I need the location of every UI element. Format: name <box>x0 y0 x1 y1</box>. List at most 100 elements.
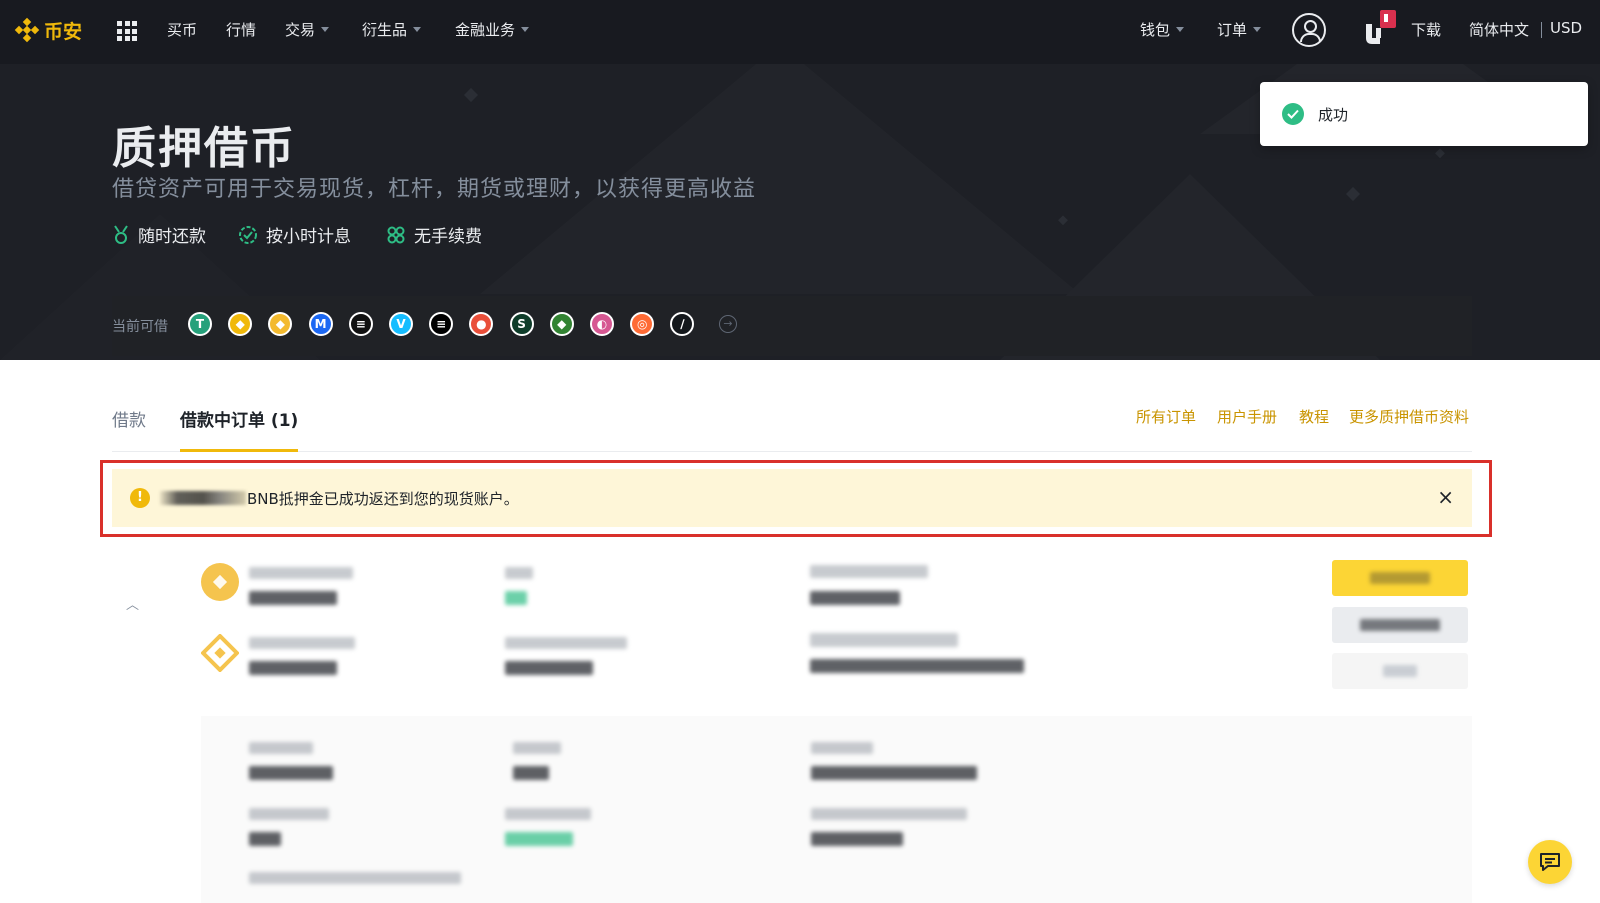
chevron-down-icon <box>521 27 530 32</box>
binance-logo[interactable]: 币安 <box>14 14 82 46</box>
arrow-right-icon[interactable]: → <box>719 315 737 333</box>
sushi-coin-icon[interactable]: ◐ <box>590 312 614 336</box>
redacted-value <box>811 832 903 846</box>
nav-item-label: 衍生品 <box>362 21 408 39</box>
success-check-icon <box>1282 103 1304 125</box>
medal-icon <box>114 224 128 244</box>
nav-trade[interactable]: 交易 <box>285 19 330 40</box>
chat-icon <box>1540 853 1560 871</box>
nav-wallet[interactable]: 钱包 <box>1140 19 1185 40</box>
redacted-value <box>505 661 593 675</box>
bnb-coin-icon <box>201 563 239 601</box>
top-navigation-bar: 币安 买币 行情 交易 衍生品 金融业务 钱包 订单 下载 简体中文 USD <box>0 0 1600 64</box>
chevron-down-icon <box>413 27 422 32</box>
feature-hourly-interest: 按小时计息 <box>238 222 351 247</box>
nav-markets[interactable]: 行情 <box>226 19 256 40</box>
redacted-value <box>505 832 573 846</box>
chevron-down-icon <box>321 27 330 32</box>
feature-label: 按小时计息 <box>266 227 351 247</box>
redacted-value <box>811 766 977 780</box>
borrowable-coins-strip: 当前可借 T ◆ ◆ M ≡ V ≡ ● S ◆ ◐ ◎ ∕ → <box>112 296 1472 356</box>
redacted-label <box>513 742 561 754</box>
redacted-label <box>505 637 627 649</box>
collapse-chevron-icon[interactable]: ︿ <box>126 594 139 613</box>
link-tutorial[interactable]: 教程 <box>1299 406 1329 427</box>
redacted-value <box>810 659 1024 673</box>
feature-label: 无手续费 <box>414 227 482 247</box>
notification-bell-icon[interactable] <box>1362 8 1396 48</box>
mask-coin-icon[interactable]: M <box>308 312 333 336</box>
redacted-label <box>505 808 591 820</box>
redacted-label <box>810 565 928 578</box>
nav-divider <box>1541 22 1542 38</box>
tab-borrow[interactable]: 借款 <box>112 406 146 431</box>
solana-coin-icon[interactable]: ≡ <box>348 312 373 336</box>
nav-buy-crypto[interactable]: 买币 <box>167 19 197 40</box>
redacted-value <box>249 661 337 675</box>
close-icon[interactable]: × <box>1437 485 1454 509</box>
nav-item-label: 钱包 <box>1140 21 1171 39</box>
nav-currency[interactable]: USD <box>1550 19 1582 37</box>
feature-repay-anytime: 随时还款 <box>112 222 206 247</box>
nav-item-label: USD <box>1550 19 1583 37</box>
nav-item-label: 交易 <box>285 21 316 39</box>
active-tab-indicator <box>180 449 298 452</box>
bnb-coin-icon[interactable]: ◆ <box>268 312 293 336</box>
order-details-panel <box>201 716 1472 903</box>
nav-orders[interactable]: 订单 <box>1217 19 1262 40</box>
repay-button[interactable] <box>1332 560 1468 596</box>
nav-item-label: 下载 <box>1411 21 1442 39</box>
nav-language[interactable]: 简体中文 <box>1469 19 1529 40</box>
nav-item-label: 买币 <box>167 21 198 39</box>
ethena-coin-icon[interactable]: ≡ <box>429 312 454 336</box>
redacted-label <box>810 633 958 647</box>
feature-label: 随时还款 <box>138 227 206 247</box>
success-toast: 成功 <box>1260 82 1588 146</box>
link-more-resources[interactable]: 更多质押借币资料 <box>1349 406 1469 427</box>
redacted-button-label <box>1360 619 1440 631</box>
link-all-orders[interactable]: 所有订单 <box>1136 406 1196 427</box>
busd-coin-icon[interactable]: ◆ <box>228 312 253 336</box>
feature-no-fees: 无手续费 <box>386 222 482 247</box>
redacted-label <box>249 872 461 884</box>
apps-grid-icon[interactable] <box>117 21 137 41</box>
collateral-returned-alert: ! BNB抵押金已成功返还到您的现货账户。 × <box>112 469 1472 527</box>
link-user-manual[interactable]: 用户手册 <box>1217 406 1277 427</box>
adjust-ltv-button[interactable] <box>1332 607 1468 643</box>
page-title: 质押借币 <box>112 123 296 174</box>
disabled-action-button[interactable] <box>1332 653 1468 689</box>
swell-coin-icon[interactable]: ◎ <box>630 312 655 336</box>
nav-derivatives[interactable]: 衍生品 <box>362 19 422 40</box>
borrowable-label: 当前可借 <box>112 319 168 335</box>
check-badge-icon <box>239 225 257 244</box>
redacted-label <box>249 567 353 579</box>
redacted-value <box>513 766 549 780</box>
orders-tab-bar: 借款 借款中订单 (1) 所有订单 用户手册 教程 更多质押借币资料 <box>112 392 1472 452</box>
brand-name: 币安 <box>44 20 83 43</box>
alert-message: BNB抵押金已成功返还到您的现货账户。 <box>247 490 519 508</box>
nav-download[interactable]: 下载 <box>1411 19 1441 40</box>
redacted-value <box>249 766 333 780</box>
redacted-label <box>811 742 873 754</box>
redacted-value <box>249 591 337 605</box>
stellar-coin-icon[interactable]: ∕ <box>670 312 695 336</box>
nav-item-label: 金融业务 <box>455 21 516 39</box>
redacted-label <box>249 742 313 754</box>
pie-coin-icon[interactable]: ● <box>469 312 494 336</box>
ethereum-classic-coin-icon[interactable]: ◆ <box>549 312 574 336</box>
nav-finance[interactable]: 金融业务 <box>455 19 530 40</box>
redacted-label <box>249 637 355 649</box>
tab-active-orders[interactable]: 借款中订单 (1) <box>180 406 298 431</box>
chevron-down-icon <box>1176 27 1185 32</box>
usdt-coin-icon[interactable]: T <box>188 312 212 336</box>
bnb-collateral-icon <box>201 634 239 672</box>
sidus-coin-icon[interactable]: S <box>509 312 534 336</box>
no-fee-icon <box>387 226 405 243</box>
nav-item-label: 简体中文 <box>1469 21 1530 39</box>
vechain-coin-icon[interactable]: V <box>389 312 413 336</box>
user-profile-icon[interactable] <box>1292 13 1326 47</box>
binance-logo-icon <box>14 17 40 43</box>
redacted-label <box>505 567 533 579</box>
nav-item-label: 订单 <box>1217 21 1248 39</box>
chat-support-button[interactable] <box>1528 840 1572 884</box>
